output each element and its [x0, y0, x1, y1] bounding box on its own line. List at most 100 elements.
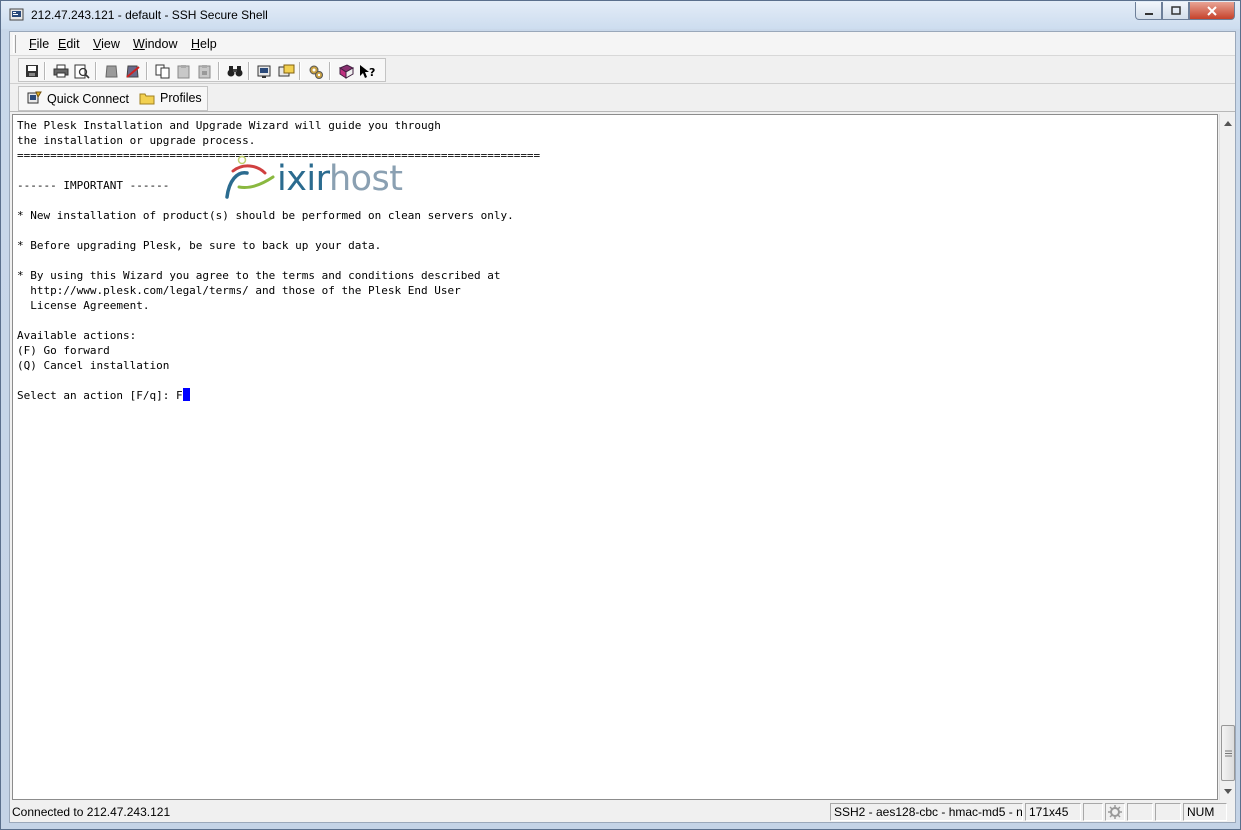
close-icon: [1207, 5, 1217, 16]
toolbar-separator: [146, 62, 148, 80]
file-transfer-icon: [278, 64, 294, 76]
ixirhost-logo-icon: [225, 155, 275, 199]
window-title: 212.47.243.121 - default - SSH Secure Sh…: [31, 8, 268, 22]
arrow-up-icon: [1224, 120, 1232, 126]
title-bar[interactable]: 212.47.243.121 - default - SSH Secure Sh…: [1, 1, 1240, 29]
menu-bar: File Edit View Window Help: [10, 32, 1235, 56]
paste-icon: [177, 64, 190, 78]
ssh-window: 212.47.243.121 - default - SSH Secure Sh…: [0, 0, 1241, 830]
client-area: File Edit View Window Help ? Quick Conne…: [9, 31, 1236, 823]
connection-status: Connected to 212.47.243.121: [12, 805, 171, 819]
print-button[interactable]: [52, 62, 70, 80]
settings-button[interactable]: [307, 62, 325, 80]
terminal-line: the installation or upgrade process.: [17, 134, 256, 147]
toolbar: ?: [10, 57, 1235, 84]
scroll-down-button[interactable]: [1220, 783, 1236, 799]
menu-help[interactable]: Help: [191, 37, 217, 51]
connection-bar: Quick Connect Profiles: [10, 85, 1235, 112]
terminal-line: * Before upgrading Plesk, be sure to bac…: [17, 239, 382, 252]
terminal-prompt-line: Select an action [F/q]: F: [17, 388, 190, 403]
context-help-button[interactable]: ?: [358, 62, 376, 80]
new-file-transfer-button[interactable]: [277, 62, 295, 80]
settings-icon: [309, 65, 323, 79]
terminal-line: http://www.plesk.com/legal/terms/ and th…: [17, 284, 461, 297]
toolbar-group: ?: [18, 58, 386, 82]
status-bar: Connected to 212.47.243.121 SSH2 - aes12…: [10, 802, 1235, 822]
toolbar-separator: [44, 62, 46, 80]
grip-icon: [1224, 750, 1232, 756]
paste-special-icon: [198, 64, 211, 78]
terminal-line: (F) Go forward: [17, 344, 110, 357]
terminal-area[interactable]: The Plesk Installation and Upgrade Wizar…: [12, 114, 1218, 800]
disconnect-button[interactable]: [124, 62, 142, 80]
print-icon: [53, 64, 69, 78]
app-icon: [9, 8, 25, 22]
quick-connect-button[interactable]: Quick Connect: [27, 91, 129, 106]
help-topics-button[interactable]: [337, 62, 355, 80]
watermark-ixir: ixir: [277, 159, 329, 199]
terminal-size-status: 171x45: [1025, 803, 1081, 821]
help-book-icon: [338, 63, 354, 79]
terminal-input[interactable]: F: [176, 388, 183, 403]
quick-connect-icon: [27, 91, 42, 104]
terminal-line: * New installation of product(s) should …: [17, 209, 514, 222]
quick-connect-label: Quick Connect: [47, 91, 129, 106]
ixirhost-watermark: ixirhost: [223, 155, 423, 203]
copy-icon: [155, 64, 170, 78]
paste-button[interactable]: [175, 62, 193, 80]
menu-window[interactable]: Window: [133, 37, 177, 51]
connect-icon: [105, 65, 118, 77]
copy-button[interactable]: [154, 62, 172, 80]
terminal-line: (Q) Cancel installation: [17, 359, 170, 372]
maximize-icon: [1170, 5, 1181, 15]
print-preview-icon: [74, 64, 90, 79]
save-button[interactable]: [23, 62, 41, 80]
status-pane-empty: [1127, 803, 1153, 821]
connect-button[interactable]: [103, 62, 121, 80]
gear-icon: [1108, 805, 1122, 819]
menu-file[interactable]: File: [29, 37, 49, 51]
arrow-down-icon: [1224, 788, 1232, 794]
minimize-button[interactable]: [1135, 2, 1162, 20]
vertical-scrollbar[interactable]: [1219, 114, 1235, 800]
num-lock-status: NUM: [1183, 803, 1227, 821]
terminal-line: License Agreement.: [17, 299, 150, 312]
terminal-line: Available actions:: [17, 329, 137, 342]
toolbar-separator: [248, 62, 250, 80]
terminal-line: ------ IMPORTANT ------: [17, 179, 170, 192]
watermark-host: host: [328, 159, 403, 199]
terminal-line: * By using this Wizard you agree to the …: [17, 269, 501, 282]
cipher-status: SSH2 - aes128-cbc - hmac-md5 - nc: [830, 803, 1023, 821]
profiles-label: Profiles: [160, 91, 202, 105]
new-terminal-button[interactable]: [256, 62, 274, 80]
close-button[interactable]: [1189, 2, 1235, 20]
disconnect-icon: [126, 65, 140, 78]
scrollbar-thumb[interactable]: [1221, 725, 1235, 781]
toolbar-separator: [299, 62, 301, 80]
terminal-icon: [257, 65, 270, 78]
toolbar-separator: [95, 62, 97, 80]
paste-special-button[interactable]: [196, 62, 214, 80]
folder-icon: [139, 93, 155, 105]
profiles-button[interactable]: Profiles: [139, 91, 202, 105]
svg-text:?: ?: [369, 66, 375, 79]
terminal-cursor: [182, 388, 190, 401]
menu-view[interactable]: View: [93, 37, 120, 51]
context-help-icon: ?: [359, 64, 375, 79]
save-icon: [26, 65, 38, 77]
status-pane-empty: [1083, 803, 1103, 821]
maximize-button[interactable]: [1162, 2, 1189, 20]
terminal-prompt: Select an action [F/q]:: [17, 389, 176, 402]
watermark-text: ixirhost: [277, 159, 403, 199]
transfer-status: [1105, 803, 1125, 821]
window-controls: [1135, 2, 1235, 20]
connection-group: Quick Connect Profiles: [18, 86, 208, 111]
menu-edit[interactable]: Edit: [58, 37, 80, 51]
menu-grip: [13, 35, 16, 53]
toolbar-separator: [218, 62, 220, 80]
toolbar-separator: [329, 62, 331, 80]
terminal-line: The Plesk Installation and Upgrade Wizar…: [17, 119, 441, 132]
find-button[interactable]: [226, 62, 244, 80]
scroll-up-button[interactable]: [1220, 115, 1236, 131]
print-preview-button[interactable]: [73, 62, 91, 80]
